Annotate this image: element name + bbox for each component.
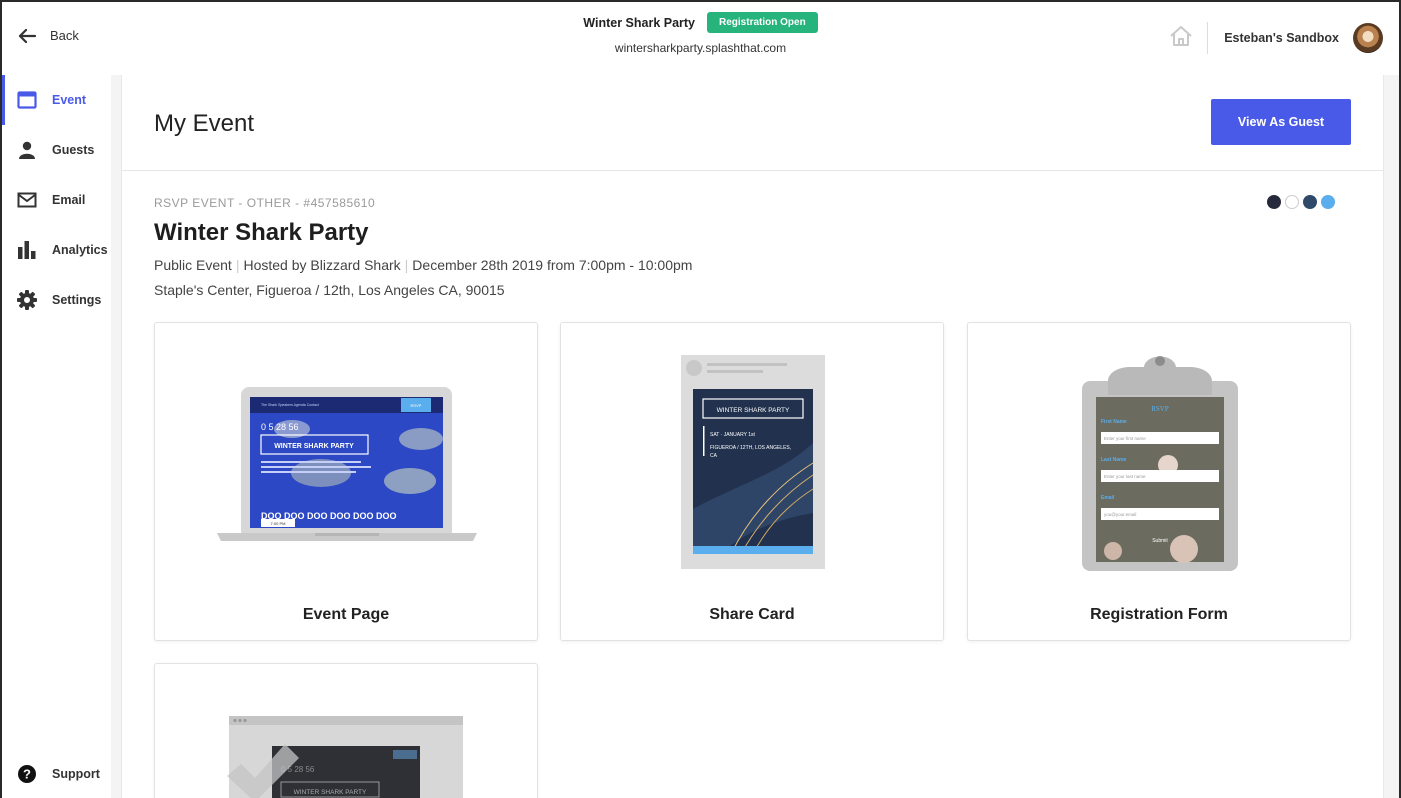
event-visibility: Public Event (154, 257, 232, 273)
calendar-window-icon (2, 91, 52, 109)
bar-chart-icon (2, 241, 52, 259)
preview-card-4[interactable]: 0 5 28 56 WINTER SHARK PARTY (154, 663, 538, 798)
svg-text:?: ? (23, 767, 31, 782)
separator: | (235, 257, 240, 273)
event-meta: RSVP EVENT - OTHER - #457585610 (154, 196, 376, 210)
form-preview-email-placeholder: you@your.email (1104, 512, 1136, 517)
top-bar: Back Winter Shark Party Registration Ope… (2, 2, 1399, 75)
color-swatch[interactable] (1285, 195, 1299, 209)
form-preview-heading: RSVP (1151, 405, 1169, 413)
status-badge: Registration Open (707, 12, 818, 33)
preview-title: WINTER SHARK PARTY (274, 443, 354, 450)
account-name[interactable]: Esteban's Sandbox (1224, 31, 1339, 45)
form-preview-first-label: First Name (1101, 419, 1127, 425)
event-details: Public Event | Hosted by Blizzard Shark | De… (154, 257, 692, 273)
card-label: Event Page (302, 606, 390, 623)
sidebar-support-label: Support (52, 767, 100, 781)
browser-preview-image: 0 5 28 56 WINTER SHARK PARTY (227, 716, 463, 798)
sidebar-item-support[interactable]: ? Support (2, 749, 111, 798)
registration-form-card[interactable]: RSVP First Name Enter your first name La… (967, 322, 1351, 641)
card-label: Share Card (709, 606, 795, 623)
sidebar-item-label: Event (52, 93, 87, 107)
color-swatch[interactable] (1321, 195, 1335, 209)
header-event-name: Winter Shark Party (583, 15, 696, 30)
form-preview-last-placeholder: Enter your last name (1104, 474, 1146, 479)
clipboard-preview-image: RSVP First Name Enter your first name La… (1082, 356, 1238, 571)
panel-header: My Event View As Guest (122, 75, 1383, 171)
event-address: Staple's Center, Figueroa / 12th, Los An… (154, 282, 505, 298)
card-label: Registration Form (1090, 606, 1228, 623)
sidebar-item-label: Guests (52, 143, 95, 157)
event-title: Winter Shark Party (154, 219, 369, 246)
account-area: Esteban's Sandbox (1169, 22, 1383, 54)
home-icon[interactable] (1169, 25, 1193, 52)
color-swatch[interactable] (1303, 195, 1317, 209)
form-preview-first-placeholder: Enter your first name (1104, 436, 1146, 441)
person-icon (2, 141, 52, 159)
avatar[interactable] (1353, 23, 1383, 53)
sidebar-item-label: Email (52, 193, 86, 207)
form-preview-last-label: Last Name (1101, 457, 1127, 463)
theme-color-swatches (1267, 195, 1335, 209)
event-page-card[interactable]: The Shark Speakers Agenda Contact RSVP 0… (154, 322, 538, 641)
gear-icon (2, 290, 52, 310)
separator: | (404, 257, 409, 273)
share-preview-address-1: FIGUEROA / 12TH, LOS ANGELES, (710, 445, 791, 451)
event-panel: My Event View As Guest RSVP EVENT - OTHE… (121, 75, 1384, 798)
share-preview-address-2: CA (710, 453, 718, 459)
sidebar-item-label: Analytics (52, 243, 108, 257)
divider (1207, 22, 1209, 54)
page-title: My Event (154, 110, 255, 137)
event-host: Hosted by Blizzard Shark (243, 257, 401, 273)
sidebar: Event Guests Email Analytics Settings ? … (2, 75, 111, 798)
preview-rsvp-text: RSVP (411, 403, 422, 408)
preview-footer-text: 7:00 PM (271, 521, 286, 526)
form-preview-email-label: Email (1101, 495, 1115, 501)
help-circle-icon: ? (2, 764, 52, 784)
sidebar-item-email[interactable]: Email (2, 175, 111, 225)
share-preview-title: WINTER SHARK PARTY (717, 407, 790, 414)
form-preview-submit: Submit (1152, 538, 1168, 544)
sidebar-item-settings[interactable]: Settings (2, 275, 111, 325)
sidebar-item-event[interactable]: Event (2, 75, 111, 125)
preview4-title: WINTER SHARK PARTY (294, 789, 367, 796)
color-swatch[interactable] (1267, 195, 1281, 209)
event-datetime: December 28th 2019 from 7:00pm - 10:00pm (412, 257, 693, 273)
sidebar-item-label: Settings (52, 293, 102, 307)
share-preview-date: SAT · JANUARY 1st (710, 432, 756, 438)
envelope-icon (2, 192, 52, 208)
share-card-preview-image: WINTER SHARK PARTY SAT · JANUARY 1st FIG… (681, 355, 825, 569)
sidebar-item-analytics[interactable]: Analytics (2, 225, 111, 275)
preview-countdown: 0 5 28 56 (261, 422, 299, 432)
preview-nav-text: The Shark Speakers Agenda Contact (261, 403, 319, 407)
share-card-card[interactable]: WINTER SHARK PARTY SAT · JANUARY 1st FIG… (560, 322, 944, 641)
view-as-guest-button[interactable]: View As Guest (1211, 99, 1351, 145)
laptop-preview-image: The Shark Speakers Agenda Contact RSVP 0… (217, 387, 477, 541)
sidebar-item-guests[interactable]: Guests (2, 125, 111, 175)
